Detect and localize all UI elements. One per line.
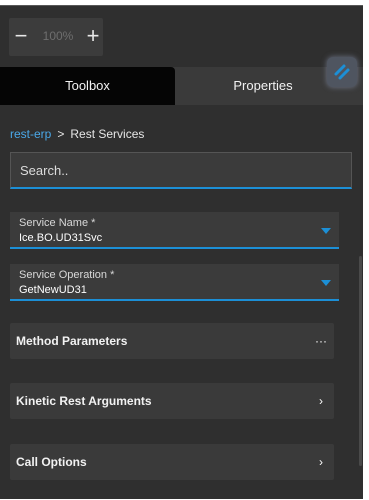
service-operation-value: GetNewUD31 xyxy=(19,284,87,296)
chevron-right-icon[interactable]: › xyxy=(315,394,327,408)
search-box xyxy=(10,152,352,189)
call-options-title: Call Options xyxy=(16,455,87,469)
service-name-select[interactable]: Service Name * Ice.BO.UD31Svc xyxy=(10,212,339,249)
dropdown-arrow-icon xyxy=(321,228,331,234)
zoom-out-button[interactable]: − xyxy=(10,25,32,47)
breadcrumb: rest-erp > Rest Services xyxy=(10,127,144,141)
kinetic-rest-arguments-title: Kinetic Rest Arguments xyxy=(16,394,152,408)
breadcrumb-link-rest-erp[interactable]: rest-erp xyxy=(10,127,51,141)
designer-panel: − 100% + Toolbox Properties rest-erp > Res… xyxy=(0,5,363,499)
method-parameters-section[interactable]: Method Parameters ··· xyxy=(10,323,334,359)
window-edge xyxy=(363,5,369,498)
chevron-right-icon[interactable]: › xyxy=(315,455,327,469)
breadcrumb-current: Rest Services xyxy=(70,127,145,141)
call-options-section[interactable]: Call Options › xyxy=(10,444,334,480)
service-name-value: Ice.BO.UD31Svc xyxy=(19,232,103,244)
swap-icon xyxy=(334,64,350,80)
dropdown-arrow-icon xyxy=(321,280,331,286)
search-input[interactable] xyxy=(11,153,351,187)
screenshot-frame: − 100% + Toolbox Properties rest-erp > Res… xyxy=(0,0,369,500)
tab-properties[interactable]: Properties xyxy=(175,67,351,105)
tab-toolbox[interactable]: Toolbox xyxy=(0,67,175,105)
more-horizontal-icon[interactable]: ··· xyxy=(315,334,327,348)
floating-action-button[interactable] xyxy=(327,57,357,87)
zoom-in-button[interactable]: + xyxy=(82,25,104,47)
breadcrumb-separator: > xyxy=(57,127,65,141)
panel-tabs: Toolbox Properties xyxy=(0,67,363,105)
service-operation-label: Service Operation * xyxy=(19,269,115,281)
scrollbar-thumb[interactable] xyxy=(359,256,362,466)
service-name-label: Service Name * xyxy=(19,217,96,229)
zoom-control: − 100% + xyxy=(9,18,103,56)
kinetic-rest-arguments-section[interactable]: Kinetic Rest Arguments › xyxy=(10,383,334,419)
service-operation-select[interactable]: Service Operation * GetNewUD31 xyxy=(10,264,339,301)
zoom-level: 100% xyxy=(42,29,74,43)
method-parameters-title: Method Parameters xyxy=(16,334,128,348)
